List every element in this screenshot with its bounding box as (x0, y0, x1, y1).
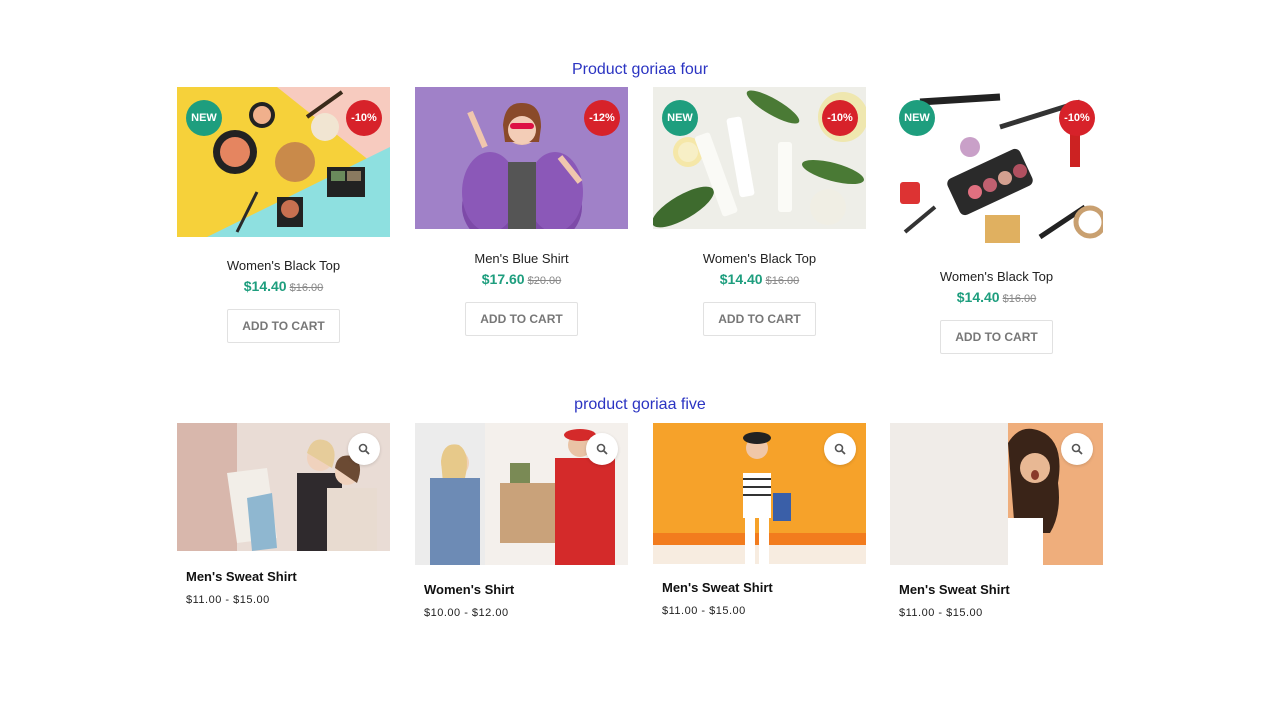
product-name[interactable]: Women's Black Top (890, 269, 1103, 284)
product-name[interactable]: Men's Blue Shirt (415, 251, 628, 266)
search-icon (358, 443, 370, 455)
old-price: $20.00 (527, 275, 562, 287)
new-badge: NEW (899, 100, 935, 136)
product-card: NEW -10% Women's Black Top $14.40 $16.00 … (890, 87, 1103, 354)
product-name[interactable]: Women's Shirt (415, 582, 628, 597)
new-badge: NEW (662, 100, 698, 136)
current-price: $14.40 (243, 278, 287, 294)
product-price: $14.40 $16.00 (177, 278, 390, 296)
product-card: -12% Men's Blue Shirt $17.60 $20.00 ADD T… (415, 87, 628, 336)
product-card: Men's Sweat Shirt $11.00 - $15.00 (890, 423, 1103, 619)
product-price-range: $10.00 - $12.00 (424, 607, 509, 619)
quick-view-button[interactable] (824, 433, 856, 465)
product-card: Men's Sweat Shirt $11.00 - $15.00 (177, 423, 390, 606)
add-to-cart-button[interactable]: ADD TO CART (940, 320, 1053, 354)
product-card: Women's Shirt $10.00 - $12.00 (415, 423, 628, 619)
section-four-title: Product goriaa four (571, 61, 709, 78)
new-badge: NEW (186, 100, 222, 136)
product-price: $14.40 $16.00 (890, 289, 1103, 307)
discount-badge: -10% (346, 100, 382, 136)
discount-badge: -12% (584, 100, 620, 136)
section-five-title: product goriaa five (574, 396, 706, 413)
product-image[interactable]: NEW -10% (890, 87, 1103, 247)
product-image[interactable]: -12% (415, 87, 628, 229)
add-to-cart-button[interactable]: ADD TO CART (465, 302, 578, 336)
product-name[interactable]: Men's Sweat Shirt (653, 580, 866, 595)
old-price: $16.00 (289, 282, 324, 294)
product-image[interactable]: NEW -10% (653, 87, 866, 229)
discount-badge: -10% (1059, 100, 1095, 136)
search-icon (1071, 443, 1083, 455)
product-price: $14.40 $16.00 (653, 271, 866, 289)
product-card: Men's Sweat Shirt $11.00 - $15.00 (653, 423, 866, 617)
old-price: $16.00 (1002, 293, 1037, 305)
quick-view-button[interactable] (586, 433, 618, 465)
search-icon (596, 443, 608, 455)
product-name[interactable]: Men's Sweat Shirt (890, 582, 1103, 597)
product-image[interactable]: NEW -10% (177, 87, 390, 237)
quick-view-button[interactable] (348, 433, 380, 465)
product-price-range: $11.00 - $15.00 (662, 605, 746, 617)
product-card: NEW -10% Women's Black Top $14.40 $16.00 … (177, 87, 390, 343)
product-card: NEW -10% Women's Black Top $14.40 $16.00 … (653, 87, 866, 336)
current-price: $17.60 (481, 271, 525, 287)
product-price: $17.60 $20.00 (415, 271, 628, 289)
current-price: $14.40 (719, 271, 763, 287)
add-to-cart-button[interactable]: ADD TO CART (227, 309, 340, 343)
add-to-cart-button[interactable]: ADD TO CART (703, 302, 816, 336)
quick-view-button[interactable] (1061, 433, 1093, 465)
product-name[interactable]: Women's Black Top (177, 258, 390, 273)
product-price-range: $11.00 - $15.00 (899, 607, 983, 619)
discount-badge: -10% (822, 100, 858, 136)
product-image[interactable] (890, 423, 1103, 565)
current-price: $14.40 (956, 289, 1000, 305)
product-name[interactable]: Men's Sweat Shirt (177, 569, 390, 584)
product-price-range: $11.00 - $15.00 (186, 594, 270, 606)
old-price: $16.00 (765, 275, 800, 287)
search-icon (834, 443, 846, 455)
product-image[interactable] (653, 423, 866, 564)
product-name[interactable]: Women's Black Top (653, 251, 866, 266)
product-image[interactable] (415, 423, 628, 565)
product-image[interactable] (177, 423, 390, 551)
